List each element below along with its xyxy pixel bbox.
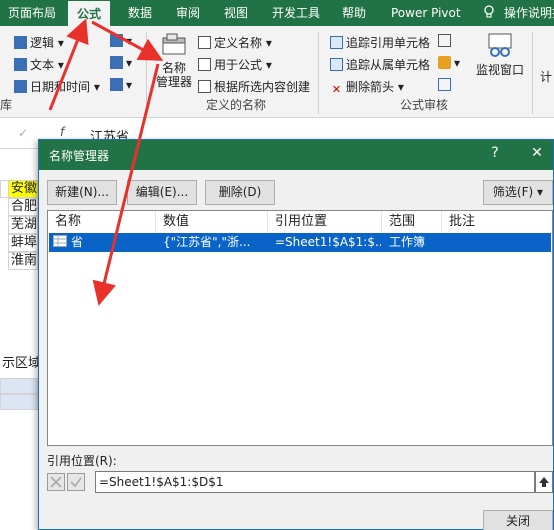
arrow-to-name-row <box>92 63 160 306</box>
arrow-to-name-manager <box>91 20 164 61</box>
annotation-arrows <box>48 18 164 306</box>
arrow-to-formulas-tab <box>48 18 89 111</box>
